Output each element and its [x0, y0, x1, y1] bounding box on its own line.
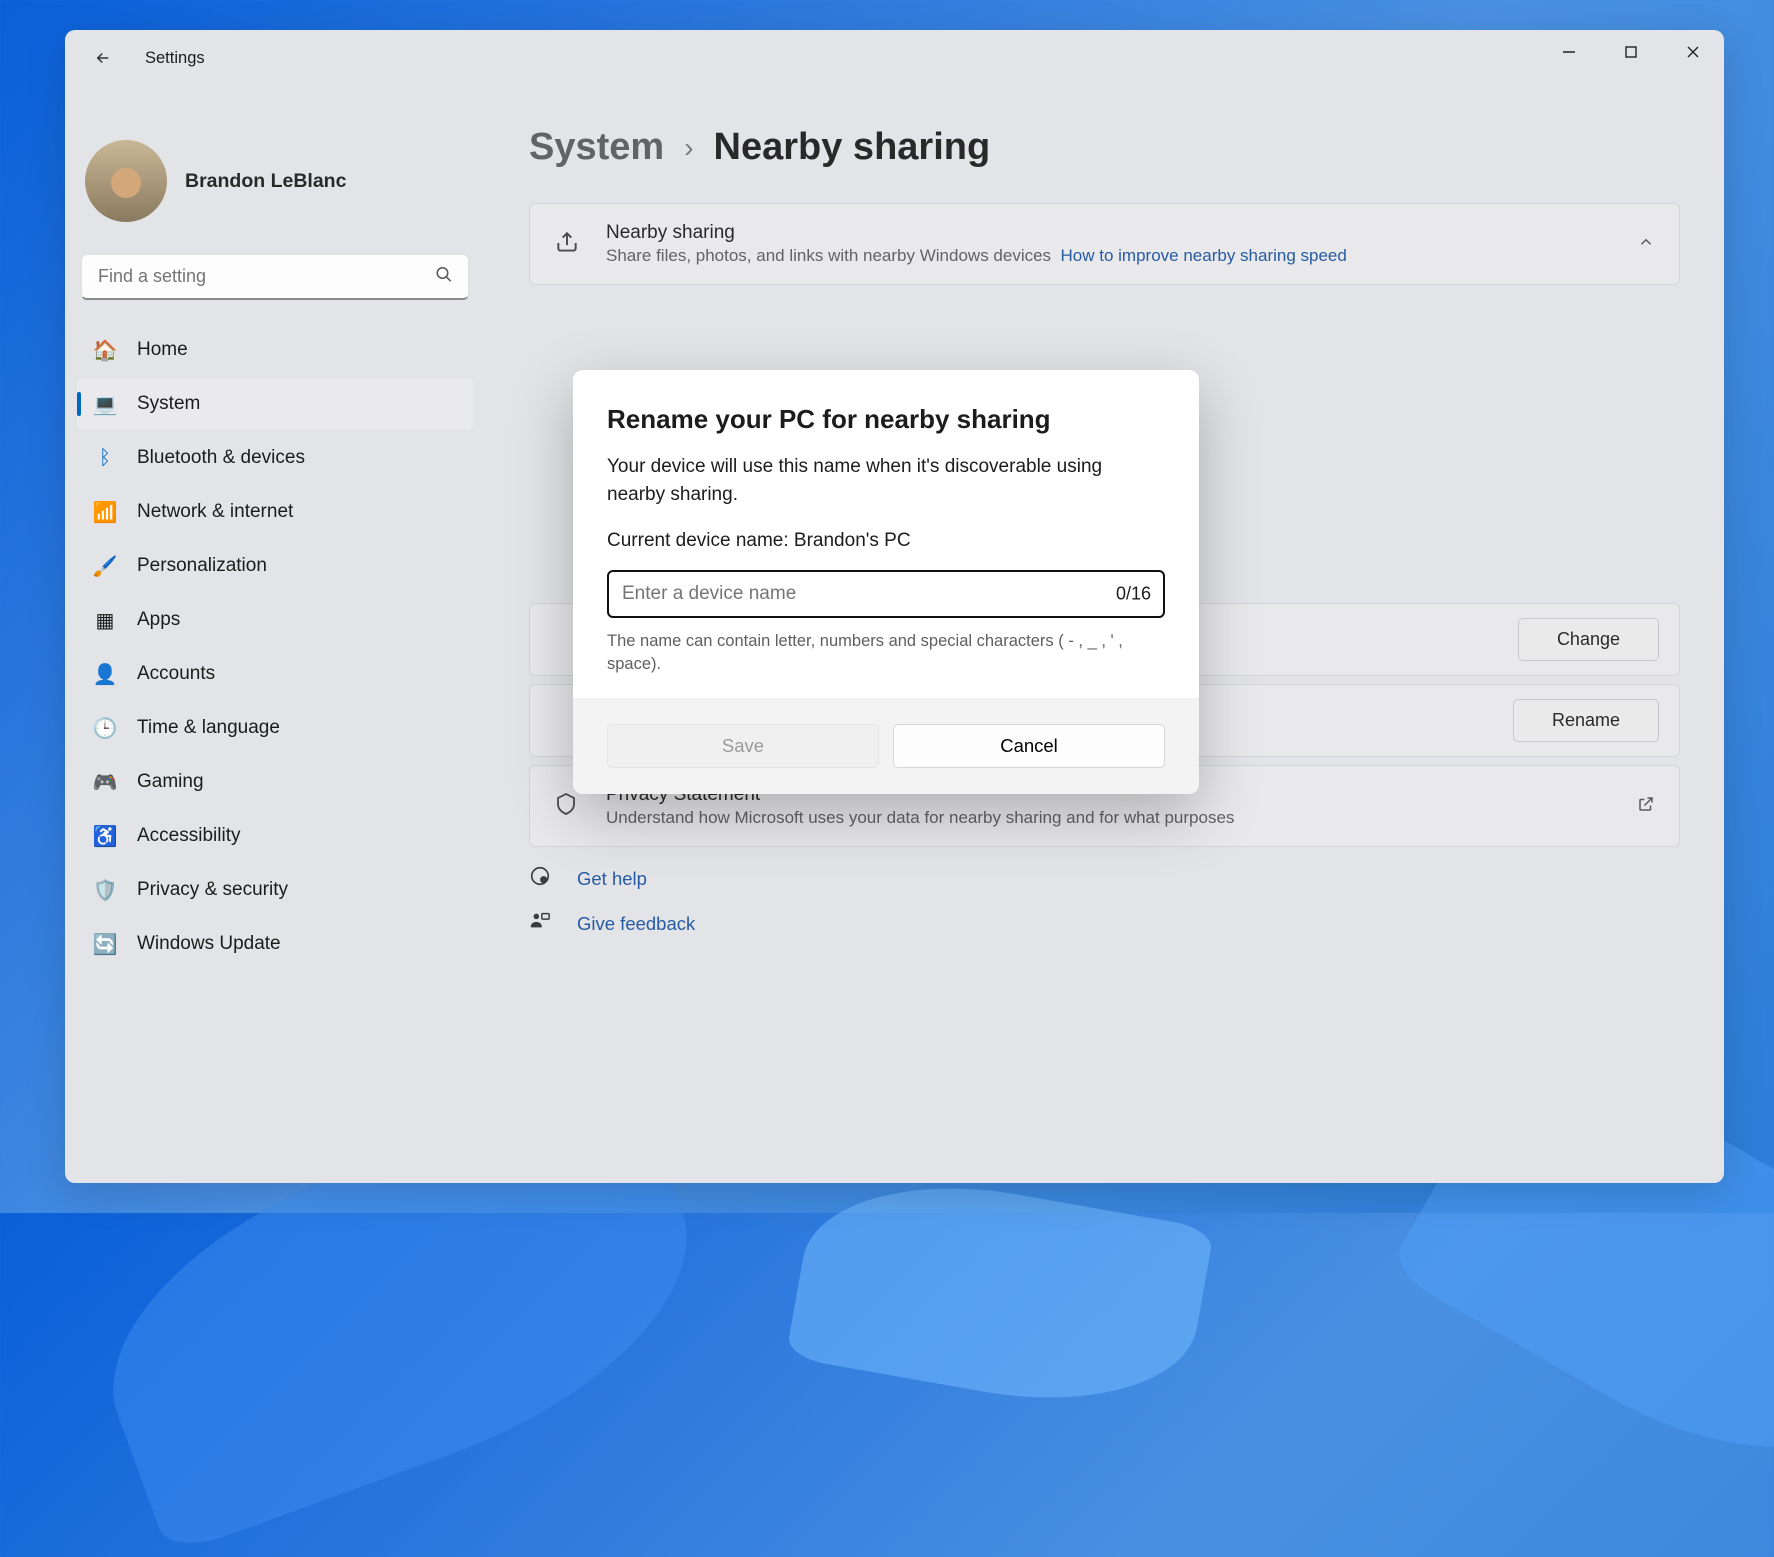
system-icon: 💻 [93, 392, 117, 416]
nav-label: Accounts [137, 663, 215, 685]
save-button[interactable]: Save [607, 724, 879, 768]
gamepad-icon: 🎮 [93, 770, 117, 794]
nav-home[interactable]: 🏠 Home [77, 324, 473, 376]
nav-label: Windows Update [137, 933, 281, 955]
nav-label: Home [137, 339, 188, 361]
bluetooth-icon: ᛒ [93, 446, 117, 470]
nav-system[interactable]: 💻 System [77, 378, 473, 430]
brush-icon: 🖌️ [93, 554, 117, 578]
char-counter: 0/16 [1116, 584, 1151, 605]
nav-label: Privacy & security [137, 879, 288, 901]
search-input[interactable] [81, 254, 469, 300]
nav-label: Personalization [137, 555, 267, 577]
nav-label: Network & internet [137, 501, 293, 523]
close-button[interactable] [1662, 30, 1724, 74]
settings-window: Settings Brandon LeBlanc 🏠Home 💻System ᛒ… [65, 30, 1724, 1183]
wifi-icon: 📶 [93, 500, 117, 524]
input-hint: The name can contain letter, numbers and… [607, 630, 1165, 676]
device-name-input[interactable] [607, 570, 1165, 618]
rename-pc-dialog: Rename your PC for nearby sharing Your d… [573, 370, 1199, 794]
shield-icon: 🛡️ [93, 878, 117, 902]
nav-label: Gaming [137, 771, 204, 793]
nav-label: System [137, 393, 200, 415]
nav-label: Bluetooth & devices [137, 447, 305, 469]
nav-network[interactable]: 📶 Network & internet [77, 486, 473, 538]
nav-update[interactable]: 🔄 Windows Update [77, 918, 473, 970]
nav-label: Accessibility [137, 825, 240, 847]
accessibility-icon: ♿ [93, 824, 117, 848]
nav-accessibility[interactable]: ♿ Accessibility [77, 810, 473, 862]
cancel-button[interactable]: Cancel [893, 724, 1165, 768]
nav-personalization[interactable]: 🖌️ Personalization [77, 540, 473, 592]
clock-icon: 🕒 [93, 716, 117, 740]
search-icon [435, 266, 453, 289]
nav-gaming[interactable]: 🎮 Gaming [77, 756, 473, 808]
nav-label: Time & language [137, 717, 280, 739]
nav-bluetooth[interactable]: ᛒ Bluetooth & devices [77, 432, 473, 484]
nav-privacy[interactable]: 🛡️ Privacy & security [77, 864, 473, 916]
apps-icon: ▦ [93, 608, 117, 632]
window-title: Settings [145, 49, 205, 68]
person-icon: 👤 [93, 662, 117, 686]
dialog-title: Rename your PC for nearby sharing [607, 404, 1165, 435]
current-device-name: Current device name: Brandon's PC [607, 530, 1165, 552]
nav-time[interactable]: 🕒 Time & language [77, 702, 473, 754]
nav-apps[interactable]: ▦ Apps [77, 594, 473, 646]
minimize-button[interactable] [1538, 30, 1600, 74]
search-box[interactable] [81, 254, 469, 300]
dialog-description: Your device will use this name when it's… [607, 453, 1165, 508]
update-icon: 🔄 [93, 932, 117, 956]
maximize-button[interactable] [1600, 30, 1662, 74]
nav-accounts[interactable]: 👤 Accounts [77, 648, 473, 700]
avatar [85, 140, 167, 222]
back-button[interactable] [83, 38, 123, 78]
titlebar: Settings [65, 30, 1724, 86]
nav-label: Apps [137, 609, 180, 631]
home-icon: 🏠 [93, 338, 117, 362]
